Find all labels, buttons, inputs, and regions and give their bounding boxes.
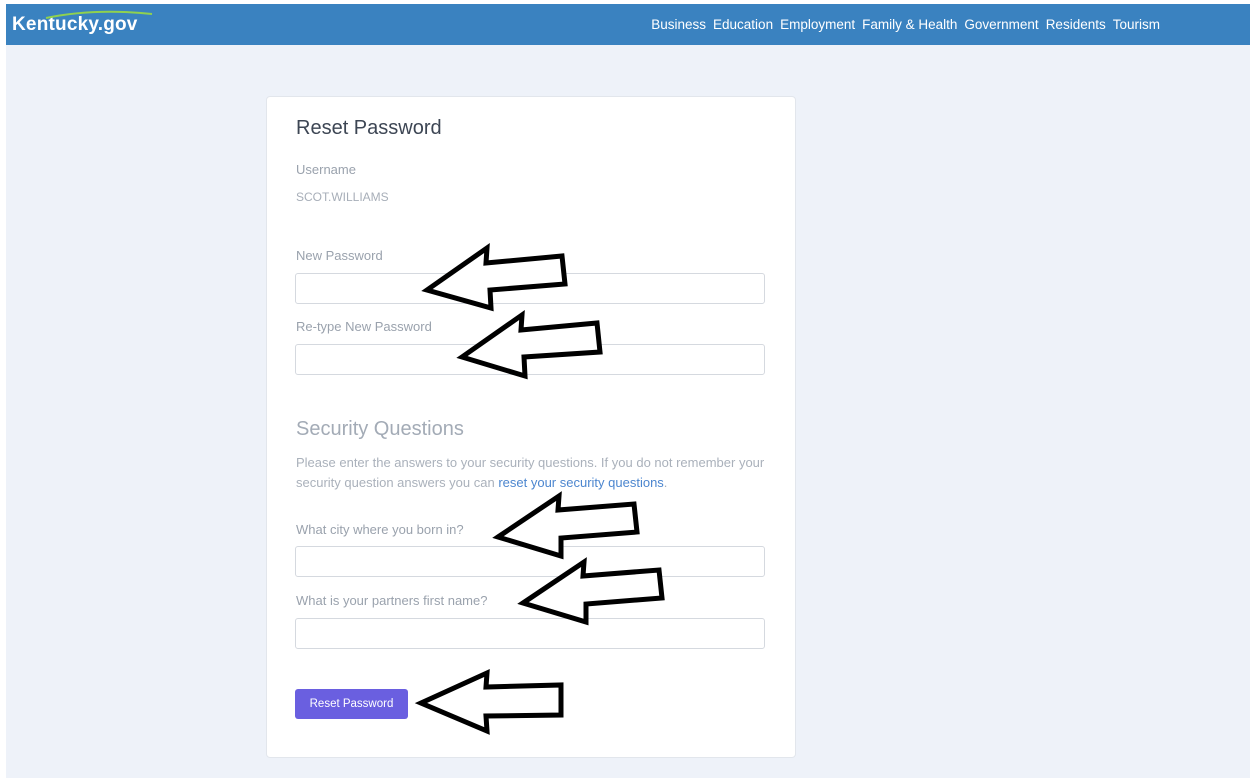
arrow-retype-password — [456, 309, 603, 380]
left-arrow-icon — [414, 242, 665, 735]
arrow-new-password — [421, 242, 568, 312]
arrow-reset-button — [414, 668, 564, 735]
arrow-security-question-2 — [517, 557, 665, 626]
arrow-security-question-1 — [492, 491, 640, 560]
